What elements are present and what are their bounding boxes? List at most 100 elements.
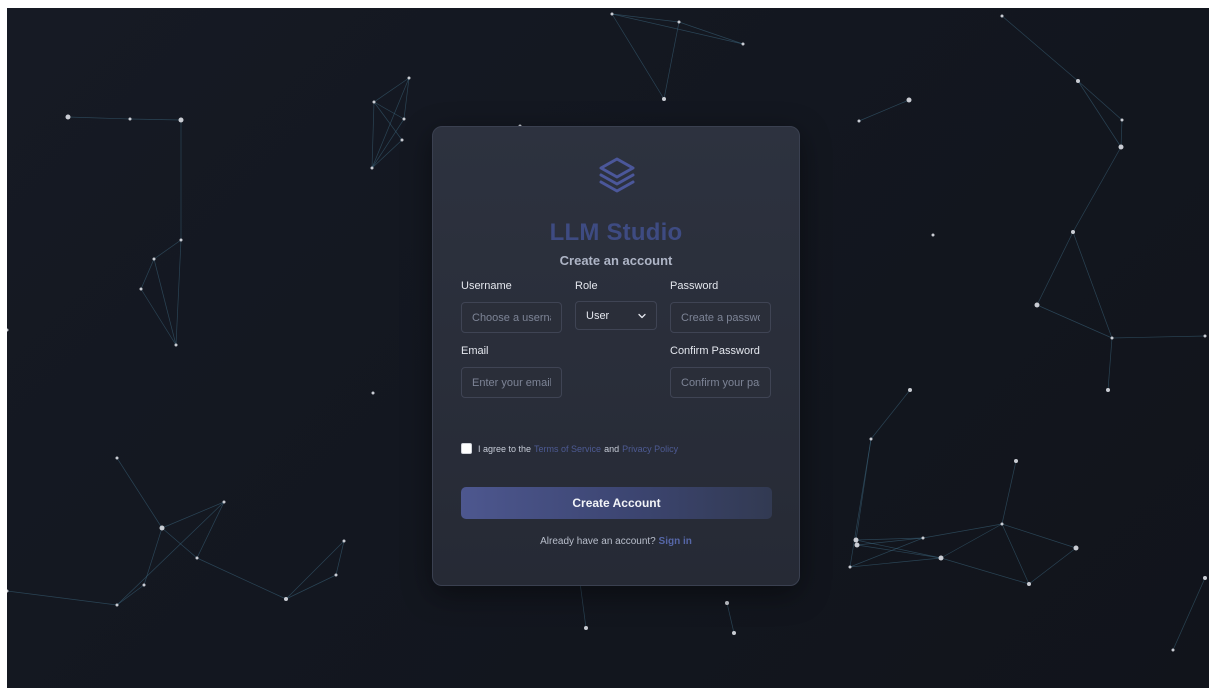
network-node	[1000, 14, 1004, 18]
network-edge	[1120, 119, 1123, 148]
network-edge	[373, 101, 403, 141]
network-node	[174, 343, 178, 347]
stacked-layers-icon	[599, 157, 635, 193]
network-edge	[373, 101, 405, 120]
network-node	[906, 97, 912, 103]
network-edge	[870, 389, 911, 440]
network-edge	[858, 99, 910, 122]
network-edge	[196, 557, 287, 600]
role-label: Role	[575, 280, 598, 292]
network-edge	[161, 501, 225, 529]
terms-row: I agree to the Terms of Service and Priv…	[461, 443, 678, 454]
network-node	[1110, 336, 1114, 340]
terms-prefix: I agree to the	[478, 443, 532, 454]
network-edge	[371, 118, 405, 169]
network-edge	[140, 258, 155, 290]
network-edge	[856, 544, 942, 559]
network-edge	[611, 13, 665, 100]
network-node	[195, 556, 199, 560]
network-node	[178, 117, 184, 123]
network-node	[152, 257, 156, 261]
network-edge	[153, 258, 177, 346]
network-edge	[611, 13, 680, 23]
network-node	[1076, 79, 1080, 83]
network-node	[584, 626, 588, 630]
network-edge	[1172, 577, 1206, 651]
network-edge	[116, 584, 145, 606]
username-input[interactable]	[461, 302, 562, 333]
network-node	[610, 12, 614, 16]
network-node	[65, 114, 71, 120]
network-node	[854, 542, 860, 548]
network-edge	[67, 116, 131, 120]
terms-checkbox[interactable]	[461, 443, 472, 454]
network-edge	[335, 540, 345, 576]
email-label: Email	[461, 345, 489, 357]
network-node	[159, 525, 165, 531]
network-node	[407, 76, 411, 80]
chevron-down-icon	[638, 313, 646, 318]
network-edge	[196, 501, 225, 559]
terms-of-service-link[interactable]: Terms of Service	[534, 444, 601, 454]
network-node	[128, 117, 132, 121]
network-node	[1071, 230, 1075, 234]
network-node	[848, 565, 852, 569]
network-edge	[161, 527, 198, 559]
network-edge	[1036, 231, 1074, 306]
network-node	[921, 536, 925, 540]
network-edge	[175, 239, 182, 346]
signin-row: Already have an account? Sign in	[433, 536, 799, 547]
network-node	[857, 119, 861, 123]
top-strip	[7, 0, 1209, 8]
network-node	[115, 603, 119, 607]
network-edge	[1072, 231, 1113, 339]
network-node	[179, 238, 183, 242]
network-node	[402, 117, 406, 121]
network-node	[931, 233, 935, 237]
network-edge	[855, 539, 942, 559]
network-node	[908, 388, 912, 392]
network-node	[222, 500, 226, 504]
network-node	[334, 573, 338, 577]
network-node	[1014, 459, 1018, 463]
role-select[interactable]: User	[575, 301, 657, 330]
network-node	[938, 555, 944, 561]
network-node	[372, 100, 376, 104]
network-edge	[7, 590, 118, 606]
network-edge	[1077, 80, 1122, 148]
network-node	[1171, 648, 1175, 652]
network-edge	[371, 77, 410, 169]
network-edge	[285, 574, 337, 600]
network-node	[725, 601, 729, 605]
network-node	[7, 328, 9, 332]
network-node	[284, 597, 288, 601]
privacy-policy-link[interactable]: Privacy Policy	[622, 444, 678, 454]
confirm-password-label: Confirm Password	[670, 345, 760, 357]
page-background: LLM Studio Create an account Username Ro…	[7, 8, 1209, 688]
network-edge	[1001, 523, 1030, 585]
confirm-password-input[interactable]	[670, 367, 771, 398]
sign-in-link[interactable]: Sign in	[659, 536, 692, 547]
network-node	[1027, 582, 1031, 586]
network-node	[1106, 388, 1110, 392]
password-input[interactable]	[670, 302, 771, 333]
network-node	[371, 391, 375, 395]
network-node	[1203, 334, 1207, 338]
network-edge	[849, 557, 942, 568]
create-account-button[interactable]: Create Account	[461, 487, 772, 519]
network-edge	[849, 438, 872, 568]
network-node	[139, 287, 143, 291]
network-node	[1120, 118, 1124, 122]
username-label: Username	[461, 280, 512, 292]
network-edge	[1001, 15, 1079, 82]
terms-middle: and	[604, 443, 620, 454]
network-node	[853, 537, 859, 543]
network-edge	[371, 101, 375, 169]
network-node	[1034, 302, 1040, 308]
network-node	[869, 437, 873, 441]
network-edge	[1001, 523, 1077, 549]
network-node	[662, 97, 666, 101]
network-edge	[153, 239, 182, 260]
email-input[interactable]	[461, 367, 562, 398]
network-node	[1203, 576, 1207, 580]
